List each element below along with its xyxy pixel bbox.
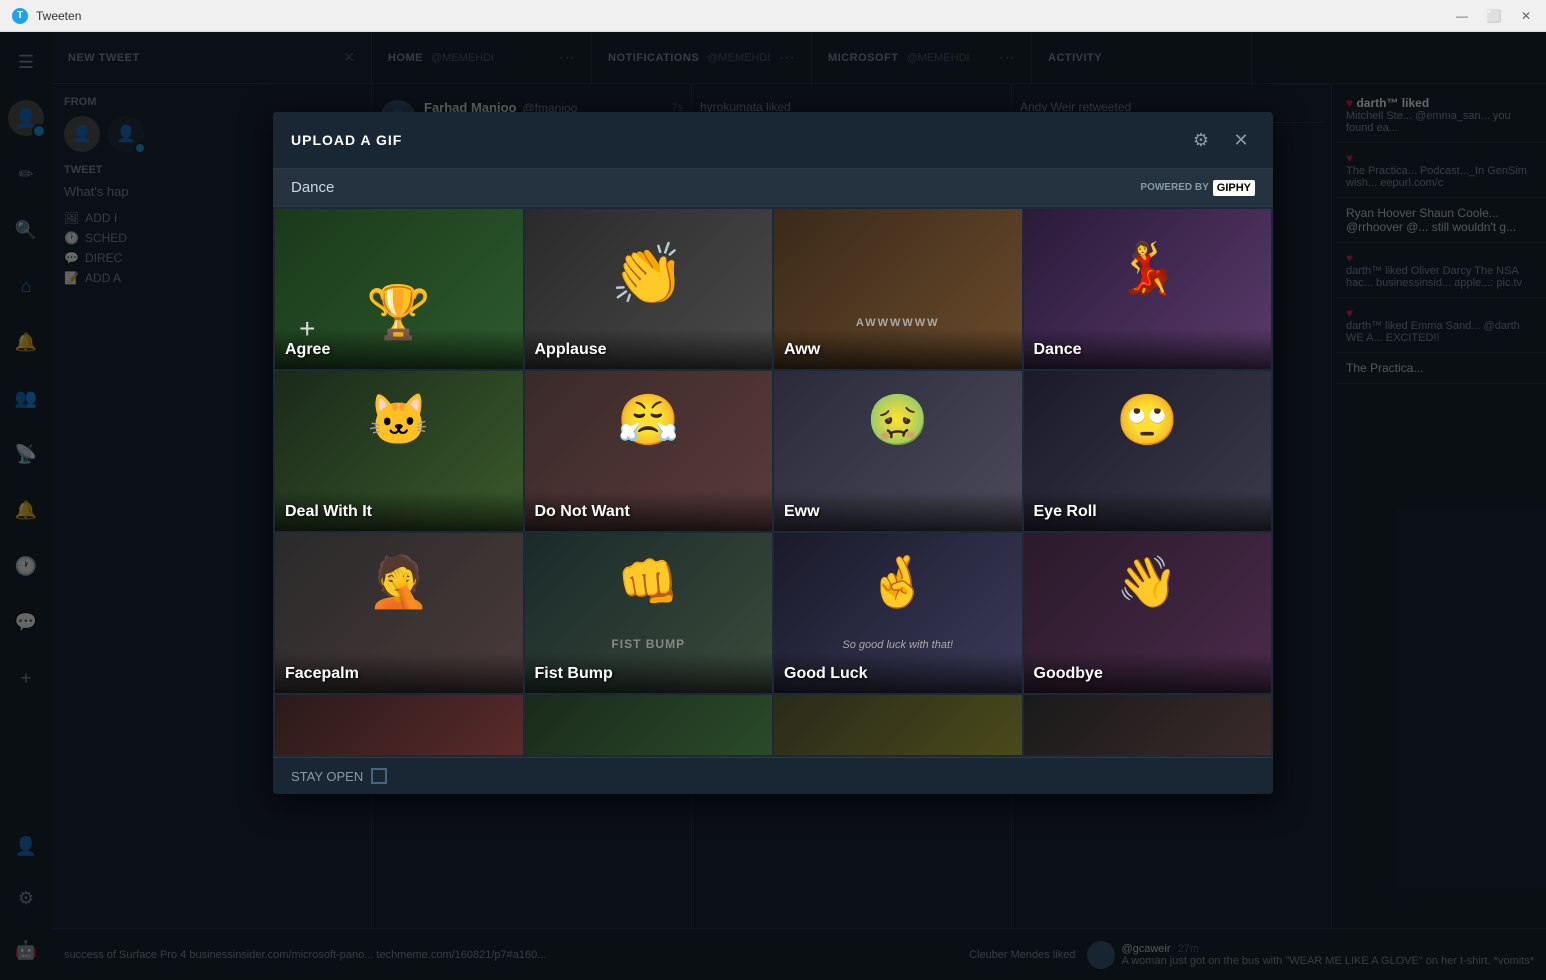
gif-bg-partial-2 [525, 695, 773, 755]
gif-label-goodbye: Goodbye [1034, 665, 1262, 683]
gif-cell-agree[interactable]: 🏆 + Agree [275, 209, 523, 369]
gif-cell-fistbump[interactable]: 👊 FIST BUMP Fist Bump [525, 533, 773, 693]
dealwith-figure: 🐱 [368, 391, 430, 450]
gif-label-eyeroll: Eye Roll [1034, 503, 1262, 521]
gif-overlay-eww: Eww [774, 491, 1022, 531]
gif-bg-partial-3 [774, 695, 1022, 755]
gif-label-facepalm: Facepalm [285, 665, 513, 683]
gif-cell-aww[interactable]: AWWWWWW Aww [774, 209, 1022, 369]
gif-overlay-facepalm: Facepalm [275, 653, 523, 693]
giphy-brand: GIPHY [1213, 180, 1255, 196]
window-title: Tweeten [36, 9, 1446, 23]
goodluck-figure: 🤞 [867, 553, 929, 612]
gif-modal: UPLOAD A GIF ⚙ ✕ Dance POWERED BY GIPHY … [273, 112, 1273, 794]
gif-overlay-agree: Agree [275, 329, 523, 369]
gif-overlay-donotwant: Do Not Want [525, 491, 773, 531]
modal-footer: STAY OPEN [273, 757, 1273, 794]
gif-overlay-goodluck: Good Luck [774, 653, 1022, 693]
gif-cell-partial-3[interactable] [774, 695, 1022, 755]
minimize-button[interactable]: — [1454, 8, 1470, 24]
fistbump-text: FIST BUMP [611, 637, 685, 651]
gif-label-agree: Agree [285, 341, 513, 359]
gif-label-dealwith: Deal With It [285, 503, 513, 521]
gif-overlay-eyeroll: Eye Roll [1024, 491, 1272, 531]
gif-overlay-dealwith: Deal With It [275, 491, 523, 531]
modal-search-bar: Dance POWERED BY GIPHY [273, 169, 1273, 207]
gif-overlay-aww: Aww [774, 329, 1022, 369]
modal-overlay[interactable]: UPLOAD A GIF ⚙ ✕ Dance POWERED BY GIPHY … [0, 32, 1546, 980]
dance-figure: 💃 [1116, 239, 1178, 298]
fistbump-figure: 👊 [617, 553, 679, 612]
maximize-button[interactable]: ⬜ [1486, 8, 1502, 24]
donotwant-figure: 😤 [617, 391, 679, 450]
gif-cell-applause[interactable]: 👏 Applause [525, 209, 773, 369]
eww-figure: 🤢 [867, 391, 929, 450]
gif-cell-partial-1[interactable] [275, 695, 523, 755]
gif-cell-facepalm[interactable]: 🤦 Facepalm [275, 533, 523, 693]
gif-cell-partial-2[interactable] [525, 695, 773, 755]
goodluck-sublabel: So good luck with that! [842, 639, 953, 651]
gif-label-goodluck: Good Luck [784, 665, 1012, 683]
gif-overlay-fistbump: Fist Bump [525, 653, 773, 693]
close-button[interactable]: ✕ [1518, 8, 1534, 24]
powered-by-label: POWERED BY [1140, 182, 1208, 193]
aww-text: AWWWWWW [856, 317, 940, 329]
gif-cell-eww[interactable]: 🤢 Eww [774, 371, 1022, 531]
applause-figure: 👏 [611, 239, 686, 310]
giphy-logo: POWERED BY GIPHY [1140, 180, 1255, 196]
gif-cell-eyeroll[interactable]: 🙄 Eye Roll [1024, 371, 1272, 531]
gif-cell-dance[interactable]: 💃 Dance [1024, 209, 1272, 369]
window-controls: — ⬜ ✕ [1454, 8, 1534, 24]
stay-open-label: STAY OPEN [291, 769, 363, 784]
gif-label-dance: Dance [1034, 341, 1262, 359]
gif-cell-donotwant[interactable]: 😤 Do Not Want [525, 371, 773, 531]
gif-cell-dealwith[interactable]: 🐱 Deal With It [275, 371, 523, 531]
app-icon: T [12, 8, 28, 24]
modal-header: UPLOAD A GIF ⚙ ✕ [273, 112, 1273, 169]
gif-cell-goodluck[interactable]: 🤞 So good luck with that! Good Luck [774, 533, 1022, 693]
window-chrome: T Tweeten — ⬜ ✕ [0, 0, 1546, 32]
gif-label-fistbump: Fist Bump [535, 665, 763, 683]
gif-bg-partial-4 [1024, 695, 1272, 755]
modal-header-controls: ⚙ ✕ [1187, 126, 1255, 154]
gif-grid: 🏆 + Agree 👏 Applause AWWWWWW [273, 207, 1273, 757]
gif-overlay-dance: Dance [1024, 329, 1272, 369]
gif-cell-goodbye[interactable]: 👋 Goodbye [1024, 533, 1272, 693]
gif-overlay-goodbye: Goodbye [1024, 653, 1272, 693]
gif-label-applause: Applause [535, 341, 763, 359]
search-query[interactable]: Dance [291, 179, 334, 196]
goodbye-figure: 👋 [1116, 553, 1178, 612]
modal-close-button[interactable]: ✕ [1227, 126, 1255, 154]
modal-title: UPLOAD A GIF [291, 132, 402, 148]
facepalm-figure: 🤦 [368, 553, 430, 612]
stay-open-checkbox[interactable] [371, 768, 387, 784]
gif-cell-partial-4[interactable] [1024, 695, 1272, 755]
gif-label-eww: Eww [784, 503, 1012, 521]
eyeroll-figure: 🙄 [1116, 391, 1178, 450]
gif-bg-partial-1 [275, 695, 523, 755]
gif-label-donotwant: Do Not Want [535, 503, 763, 521]
gif-label-aww: Aww [784, 341, 1012, 359]
modal-settings-button[interactable]: ⚙ [1187, 126, 1215, 154]
gif-overlay-applause: Applause [525, 329, 773, 369]
